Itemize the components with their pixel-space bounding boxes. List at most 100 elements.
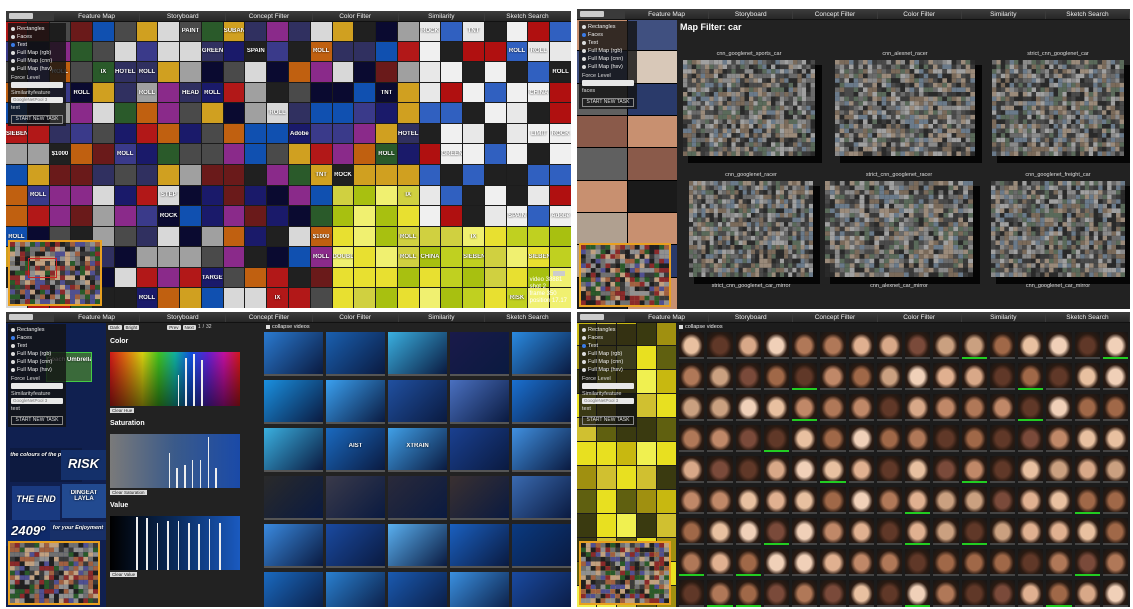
- thumbnail[interactable]: [528, 206, 550, 226]
- thumbnail[interactable]: [397, 41, 419, 62]
- thumbnail[interactable]: [6, 164, 27, 185]
- radio-dot[interactable]: [11, 368, 15, 372]
- thumbnail[interactable]: [310, 62, 332, 82]
- thumbnail[interactable]: [376, 226, 397, 247]
- thumbnail[interactable]: [71, 144, 93, 164]
- thumbnail[interactable]: [310, 267, 332, 288]
- strip-thumbnail[interactable]: [577, 115, 627, 148]
- thumbnail[interactable]: [158, 103, 180, 123]
- thumbnail[interactable]: [506, 185, 528, 206]
- thumbnail[interactable]: [136, 247, 158, 267]
- thumbnail[interactable]: IX: [93, 62, 114, 82]
- strip-thumbnail[interactable]: [627, 212, 677, 245]
- thumbnail[interactable]: [223, 247, 245, 267]
- thumbnail[interactable]: [136, 226, 158, 247]
- thumbnail[interactable]: HEAD: [180, 82, 201, 103]
- thumbnail[interactable]: [419, 164, 441, 185]
- thumbnail[interactable]: [180, 164, 201, 185]
- thumbnail[interactable]: [136, 144, 158, 164]
- thumbnail[interactable]: [332, 144, 354, 164]
- thumbnail[interactable]: [332, 62, 354, 82]
- thumbnail[interactable]: [245, 103, 267, 123]
- thumbnail[interactable]: [376, 206, 397, 226]
- tab-feature-map[interactable]: Feature Map: [54, 11, 141, 21]
- radio-dot[interactable]: [582, 25, 586, 29]
- thumbnail[interactable]: [484, 103, 506, 123]
- thumbnail[interactable]: [93, 144, 114, 164]
- thumbnail[interactable]: [180, 206, 201, 226]
- radio-dot[interactable]: [11, 43, 15, 47]
- radio-option[interactable]: Rectangles: [11, 25, 63, 33]
- thumbnail[interactable]: [267, 206, 288, 226]
- thumbnail[interactable]: TARGET: [201, 267, 223, 288]
- thumbnail[interactable]: [441, 247, 463, 267]
- thumbnail[interactable]: [310, 206, 332, 226]
- strip-thumbnail[interactable]: [577, 148, 627, 180]
- thumbnail[interactable]: [354, 206, 376, 226]
- thumbnail[interactable]: [158, 82, 180, 103]
- minimap[interactable]: [8, 541, 100, 605]
- thumbnail[interactable]: [397, 288, 419, 308]
- thumbnail[interactable]: [528, 144, 550, 164]
- thumbnail[interactable]: [506, 21, 528, 41]
- thumbnail[interactable]: [441, 206, 463, 226]
- thumbnail[interactable]: [27, 164, 49, 185]
- tab-similarity[interactable]: Similarity: [398, 312, 485, 322]
- radio-option[interactable]: Full Map (cnn): [11, 57, 63, 65]
- thumbnail[interactable]: STEP: [158, 185, 180, 206]
- thumbnail[interactable]: [180, 123, 201, 144]
- thumbnail[interactable]: ROLL: [528, 41, 550, 62]
- thumbnail[interactable]: ROLL: [310, 41, 332, 62]
- thumbnail[interactable]: [506, 144, 528, 164]
- thumbnail[interactable]: [484, 164, 506, 185]
- thumbnail[interactable]: ROLL: [397, 226, 419, 247]
- tab-feature-map[interactable]: Feature Map: [54, 312, 141, 322]
- thumbnail[interactable]: [223, 226, 245, 247]
- thumbnail[interactable]: [267, 21, 288, 41]
- radio-dot[interactable]: [582, 65, 586, 69]
- radio-option[interactable]: Full Map (hsv): [582, 63, 634, 71]
- thumbnail[interactable]: ROLL: [27, 185, 49, 206]
- thumbnail[interactable]: ROCK: [332, 164, 354, 185]
- thumbnail[interactable]: [376, 164, 397, 185]
- thumbnail[interactable]: HOTEL: [114, 62, 136, 82]
- thumbnail[interactable]: [245, 288, 267, 308]
- thumbnail[interactable]: [332, 82, 354, 103]
- thumbnail[interactable]: [376, 288, 397, 308]
- thumbnail[interactable]: [136, 267, 158, 288]
- thumbnail[interactable]: [180, 267, 201, 288]
- strip-thumbnail[interactable]: [577, 180, 627, 212]
- thumbnail[interactable]: [245, 247, 267, 267]
- thumbnail[interactable]: [397, 206, 419, 226]
- thumbnail[interactable]: [201, 288, 223, 308]
- radio-option[interactable]: Full Map (hsv): [11, 65, 63, 73]
- thumbnail[interactable]: [267, 144, 288, 164]
- thumbnail[interactable]: ROLL: [136, 288, 158, 308]
- thumbnail[interactable]: [223, 185, 245, 206]
- thumbnail[interactable]: [6, 206, 27, 226]
- thumbnail[interactable]: [550, 247, 571, 267]
- thumbnail[interactable]: [354, 144, 376, 164]
- thumbnail[interactable]: [397, 62, 419, 82]
- thumbnail[interactable]: [223, 82, 245, 103]
- thumbnail[interactable]: [376, 267, 397, 288]
- thumbnail[interactable]: [332, 206, 354, 226]
- thumbnail[interactable]: $1000: [49, 144, 71, 164]
- thumbnail[interactable]: [397, 267, 419, 288]
- thumbnail[interactable]: [267, 185, 288, 206]
- radio-dot[interactable]: [11, 328, 15, 332]
- thumbnail[interactable]: Adobe: [550, 206, 571, 226]
- thumbnail[interactable]: [354, 123, 376, 144]
- thumbnail[interactable]: [506, 164, 528, 185]
- thumbnail[interactable]: [376, 103, 397, 123]
- thumbnail[interactable]: [223, 123, 245, 144]
- thumbnail[interactable]: [158, 267, 180, 288]
- thumbnail[interactable]: [245, 62, 267, 82]
- thumbnail[interactable]: [93, 185, 114, 206]
- thumbnail[interactable]: [27, 123, 49, 144]
- thumbnail[interactable]: [441, 288, 463, 308]
- tab-color-filter[interactable]: Color Filter: [877, 9, 962, 19]
- thumbnail[interactable]: [180, 103, 201, 123]
- thumbnail[interactable]: [49, 164, 71, 185]
- thumbnail[interactable]: SIEBEN: [528, 247, 550, 267]
